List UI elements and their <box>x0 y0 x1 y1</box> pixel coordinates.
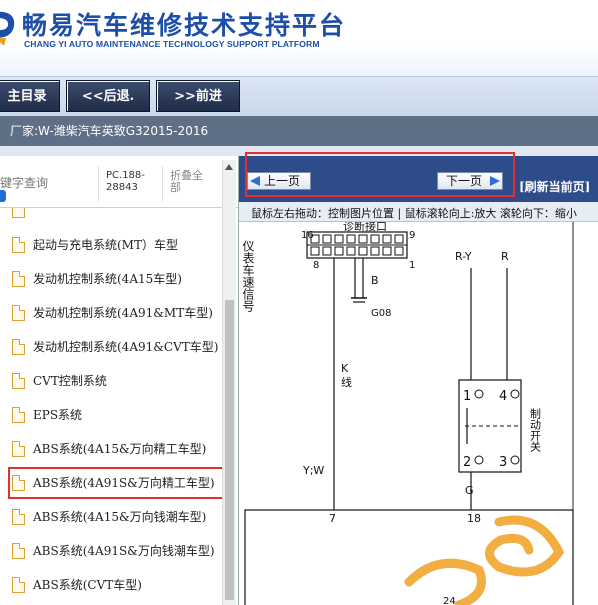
pin-16-label: 16 <box>301 230 314 241</box>
document-icon <box>12 237 25 253</box>
bottom-num-label: 24 <box>443 596 456 605</box>
left-panel-header: 键字查询 PC.188-28843 折叠全部 <box>0 156 238 208</box>
switch-pin-3: 3 <box>499 455 507 470</box>
divider <box>162 166 163 202</box>
platform-title: 畅易汽车维修技术支持平台 <box>22 11 347 40</box>
tree-item-label: EPS系统 <box>33 408 83 422</box>
document-icon <box>12 373 25 389</box>
app-header: 畅易汽车维修技术支持平台 CHANG YI AUTO MAINTENANCE T… <box>0 0 598 76</box>
nav-bar: 主目录 <<后退. >>前进 <box>0 76 598 116</box>
selection-highlight <box>8 467 229 499</box>
fold-all-button[interactable]: 折叠全部 <box>170 170 210 194</box>
document-icon <box>12 509 25 525</box>
watermark-graphic <box>404 515 565 605</box>
wire-g-label: G <box>465 484 474 497</box>
wiring-diagram[interactable]: 仪表车速信号 诊断接口 16 9 8 1 B G08 K 线 R-Y R 1 4… <box>239 222 598 605</box>
document-icon <box>12 271 25 287</box>
platform-subtitle: CHANG YI AUTO MAINTENANCE TECHNOLOGY SUP… <box>24 39 320 49</box>
document-icon <box>12 208 25 218</box>
tree-item-label: 发动机控制系统(4A15车型) <box>33 272 182 286</box>
switch-pin-2: 2 <box>463 455 471 470</box>
forward-button[interactable]: >>前进 <box>156 80 240 112</box>
pin-1-label: 1 <box>409 260 415 271</box>
wire-b-label: B <box>371 274 379 287</box>
wire-k2-label: 线 <box>341 375 352 389</box>
wire-yw-label: Y;W <box>302 464 324 477</box>
tree-item-label: 起动与充电系统(MT）车型 <box>33 238 178 252</box>
pager-bar: 上一页 下一页 [刷新当前页] <box>239 152 598 202</box>
switch-pin-4: 4 <box>499 389 507 404</box>
diagram-panel: 上一页 下一页 [刷新当前页] 鼠标左右拖动：控制图片位置 | 鼠标滚轮向上:放… <box>238 152 598 605</box>
manufacturer-label: 厂家:W-潍柴汽车英致G32015-2016 <box>10 124 209 138</box>
tree-item-label: ABS系统(4A91S&万向钱潮车型) <box>33 544 215 558</box>
logo-icon <box>0 11 15 46</box>
main-menu-button[interactable]: 主目录 <box>0 80 60 112</box>
usage-hint: 鼠标左右拖动：控制图片位置 | 鼠标滚轮向上:放大 滚轮向下：缩小 <box>251 207 577 220</box>
conn-18-label: 18 <box>467 512 481 525</box>
tree-list: 起动与充电系统(MT）车型 发动机控制系统(4A15车型) 发动机控制系统(4A… <box>0 208 222 605</box>
pager-highlight <box>245 152 515 197</box>
pin-9-label: 9 <box>409 230 415 241</box>
switch-pin-1: 1 <box>463 389 471 404</box>
wire-k-label: K <box>341 362 349 375</box>
pin-8-label: 8 <box>313 260 319 271</box>
conn-7-label: 7 <box>329 512 336 525</box>
hint-bar: 鼠标左右拖动：控制图片位置 | 鼠标滚轮向上:放大 滚轮向下：缩小 <box>239 202 598 222</box>
brake-switch-label: 制动开关 <box>529 408 542 453</box>
diag-port-label: 诊断接口 <box>343 222 387 233</box>
tree-item-label: ABS系统(CVT车型) <box>33 578 142 592</box>
keyword-search-tab[interactable]: 键字查询 <box>0 174 48 191</box>
tree-item-label: ABS系统(4A15&万向钱潮车型) <box>33 510 207 524</box>
tree-item-label: CVT控制系统 <box>33 374 107 388</box>
left-panel: 键字查询 PC.188-28843 折叠全部 起动与充电系统(MT）车型 发动机… <box>0 156 238 605</box>
speed-signal-label: 仪表车速信号 <box>241 240 255 312</box>
divider <box>98 166 99 202</box>
scroll-up-icon[interactable] <box>225 164 233 170</box>
tree-item-label: ABS系统(4A15&万向精工车型) <box>33 442 207 456</box>
active-tab-indicator <box>0 190 6 202</box>
wire-r-label: R <box>501 250 509 263</box>
wire-ry-label: R-Y <box>455 250 472 263</box>
document-icon <box>12 305 25 321</box>
pc-code: PC.188-28843 <box>106 170 145 193</box>
tree-item-label: 发动机控制系统(4A91&CVT车型) <box>33 340 219 354</box>
document-icon <box>12 441 25 457</box>
document-icon <box>12 543 25 559</box>
tree-item-label: 发动机控制系统(4A91&MT车型) <box>33 306 213 320</box>
back-button[interactable]: <<后退. <box>66 80 150 112</box>
scroll-thumb[interactable] <box>225 300 234 600</box>
document-icon <box>12 577 25 593</box>
tree-scrollbar[interactable] <box>222 160 236 605</box>
document-icon <box>12 339 25 355</box>
refresh-page-link[interactable]: [刷新当前页] <box>519 178 590 195</box>
document-icon <box>12 407 25 423</box>
ground-label: G08 <box>371 308 391 319</box>
